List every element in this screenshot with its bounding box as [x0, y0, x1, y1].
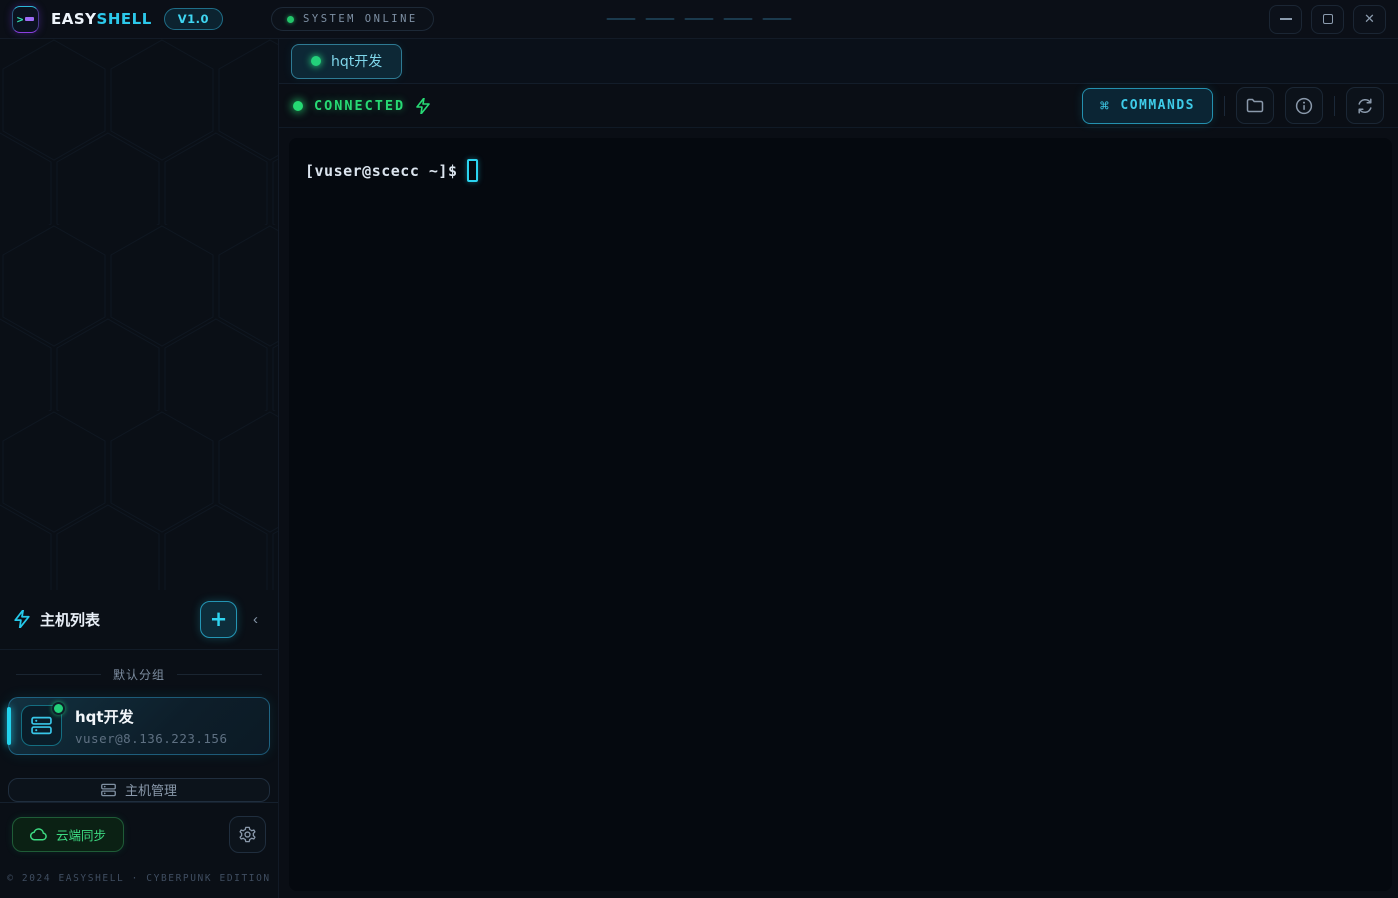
hexagon-pattern-background	[0, 39, 279, 590]
commands-button[interactable]: ⌘ COMMANDS	[1082, 88, 1213, 124]
terminal-cursor	[467, 159, 478, 182]
titlebar-dash	[685, 18, 714, 20]
main-content: hqt开发 CONNECTED ⌘ COMMANDS	[279, 39, 1398, 898]
sidebar-title: 主机列表	[40, 609, 190, 630]
info-icon	[1295, 97, 1313, 115]
minimize-button[interactable]	[1269, 5, 1302, 34]
titlebar-dash	[607, 18, 636, 20]
minimize-icon	[1280, 18, 1292, 20]
cloud-sync-button[interactable]: 云端同步	[12, 817, 124, 852]
maximize-icon	[1323, 14, 1333, 24]
session-tab-active[interactable]: hqt开发	[291, 44, 402, 79]
host-list-item[interactable]: hqt开发 vuser@8.136.223.156	[8, 697, 270, 755]
plus-icon: +	[210, 609, 228, 630]
system-status-label: SYSTEM ONLINE	[303, 13, 418, 25]
command-icon: ⌘	[1100, 97, 1111, 115]
file-manager-button[interactable]	[1236, 87, 1274, 124]
brand-primary: EASY	[51, 10, 97, 28]
connected-dot-icon	[293, 101, 303, 111]
statusbar-actions: ⌘ COMMANDS	[1082, 87, 1384, 124]
host-info: hqt开发 vuser@8.136.223.156	[75, 706, 228, 746]
folder-icon	[1246, 98, 1264, 113]
cloud-sync-label: 云端同步	[56, 825, 106, 844]
server-small-icon	[101, 783, 116, 797]
logo-prompt-glyph: >	[17, 14, 24, 25]
commands-label: COMMANDS	[1120, 98, 1195, 113]
cloud-icon	[30, 828, 47, 841]
toolbar-divider	[1334, 96, 1335, 116]
system-status-badge: SYSTEM ONLINE	[271, 7, 434, 31]
logo-cursor-bar	[25, 17, 34, 21]
terminal-prompt: [vuser@scecc ~]$	[305, 162, 458, 180]
bolt-icon	[416, 98, 430, 114]
maximize-button[interactable]	[1311, 5, 1344, 34]
host-name: hqt开发	[75, 706, 228, 727]
terminal-prompt-line: [vuser@scecc ~]$	[305, 159, 1376, 182]
sidebar: 主机列表 + ‹ 默认分组	[0, 39, 279, 898]
connection-status-label: CONNECTED	[314, 98, 405, 114]
sidebar-footer: © 2024 EASYSHELL · CYBERPUNK EDITION	[0, 857, 278, 898]
collapse-sidebar-button[interactable]: ‹	[247, 607, 264, 632]
group-divider: 默认分组	[16, 666, 262, 683]
gear-icon	[238, 825, 257, 844]
online-dot-icon	[287, 16, 294, 23]
titlebar-decoration-dashes	[607, 18, 792, 20]
settings-button[interactable]	[229, 816, 266, 853]
host-address: vuser@8.136.223.156	[75, 731, 228, 746]
toolbar-divider	[1224, 96, 1225, 116]
brand-secondary: SHELL	[97, 10, 152, 28]
refresh-icon	[1356, 97, 1374, 115]
titlebar-dash	[724, 18, 753, 20]
titlebar: > EASYSHELL V1.0 SYSTEM ONLINE ✕	[0, 0, 1398, 39]
host-manage-label: 主机管理	[125, 780, 177, 799]
titlebar-dash	[763, 18, 792, 20]
divider-line	[177, 674, 262, 675]
divider-line	[16, 674, 101, 675]
app-title: EASYSHELL	[51, 10, 152, 28]
host-online-badge	[52, 702, 65, 715]
sidebar-header: 主机列表 + ‹	[0, 590, 278, 650]
connection-statusbar: CONNECTED ⌘ COMMANDS	[279, 84, 1398, 128]
host-manage-button[interactable]: 主机管理	[8, 778, 270, 802]
sidebar-bottom-bar: 云端同步	[0, 802, 278, 857]
tab-label: hqt开发	[331, 51, 382, 71]
info-button[interactable]	[1285, 87, 1323, 124]
terminal-panel[interactable]: [vuser@scecc ~]$	[289, 138, 1392, 891]
server-icon-tile	[21, 705, 62, 746]
bolt-icon	[14, 610, 30, 628]
server-icon	[31, 716, 52, 735]
window-controls: ✕	[1269, 5, 1386, 34]
add-host-button[interactable]: +	[200, 601, 237, 638]
group-label: 默认分组	[113, 666, 165, 683]
session-tabbar: hqt开发	[279, 39, 1398, 84]
version-badge: V1.0	[164, 8, 223, 30]
tab-status-dot	[311, 56, 321, 66]
app-logo-icon: >	[12, 6, 39, 33]
chevron-left-icon: ‹	[253, 611, 258, 628]
titlebar-dash	[646, 18, 675, 20]
reconnect-button[interactable]	[1346, 87, 1384, 124]
close-icon: ✕	[1364, 11, 1375, 27]
app-window: > EASYSHELL V1.0 SYSTEM ONLINE ✕	[0, 0, 1398, 898]
close-button[interactable]: ✕	[1353, 5, 1386, 34]
